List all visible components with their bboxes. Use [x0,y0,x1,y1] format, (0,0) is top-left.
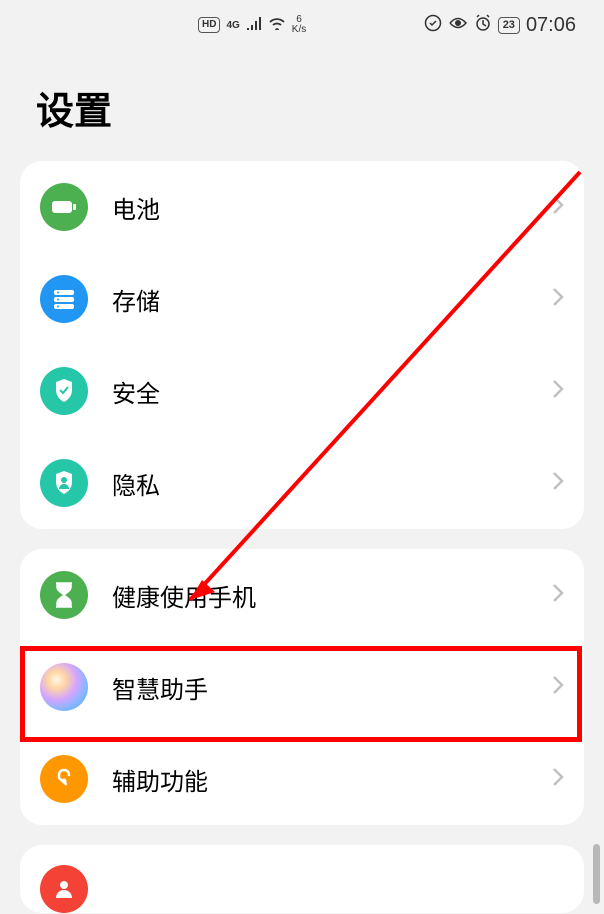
item-label: 存储 [112,282,552,317]
chevron-right-icon [552,379,564,404]
item-label: 智慧助手 [112,670,552,705]
sync-icon [424,14,442,37]
alarm-icon [474,14,492,37]
clock-time: 07:06 [526,14,576,37]
storage-icon [40,275,88,323]
users-icon [40,865,88,913]
privacy-icon [40,459,88,507]
hd-icon: HD [198,17,220,33]
settings-item-battery[interactable]: 电池 [20,161,584,253]
settings-item-accessibility[interactable]: 辅助功能 [20,733,584,825]
chevron-right-icon [552,195,564,220]
accessibility-icon [40,755,88,803]
settings-group: 用户和帐户 [20,845,584,913]
item-label: 电池 [112,190,552,225]
settings-item-smart-assistant[interactable]: 智慧助手 [20,641,584,733]
chevron-right-icon [552,287,564,312]
chevron-right-icon [552,675,564,700]
settings-item-storage[interactable]: 存储 [20,253,584,345]
scrollbar[interactable] [593,844,600,904]
settings-item-health[interactable]: 健康使用手机 [20,549,584,641]
battery-icon: 23 [498,17,520,34]
signal-icon [246,16,262,35]
status-left: HD 4G 6 K/s [198,15,306,35]
settings-item-security[interactable]: 安全 [20,345,584,437]
item-label: 安全 [112,374,552,409]
item-label: 隐私 [112,466,552,501]
settings-group: 电池 存储 安全 隐私 [20,161,584,529]
chevron-right-icon [552,583,564,608]
status-right: 23 07:06 [424,14,576,37]
shield-icon [40,367,88,415]
assistant-icon [40,663,88,711]
item-label: 辅助功能 [112,762,552,797]
network-speed: 6 K/s [292,15,306,35]
battery-icon [40,183,88,231]
eye-icon [448,16,468,35]
status-bar: HD 4G 6 K/s 23 07:06 [0,0,604,50]
settings-group: 健康使用手机 智慧助手 辅助功能 [20,549,584,825]
settings-item-users[interactable]: 用户和帐户 [20,845,584,913]
hourglass-icon [40,571,88,619]
network-type: 4G [226,20,239,31]
chevron-right-icon [552,767,564,792]
item-label: 健康使用手机 [112,578,552,613]
page-title: 设置 [0,50,604,161]
wifi-icon [268,16,286,35]
chevron-right-icon [552,471,564,496]
settings-item-privacy[interactable]: 隐私 [20,437,584,529]
